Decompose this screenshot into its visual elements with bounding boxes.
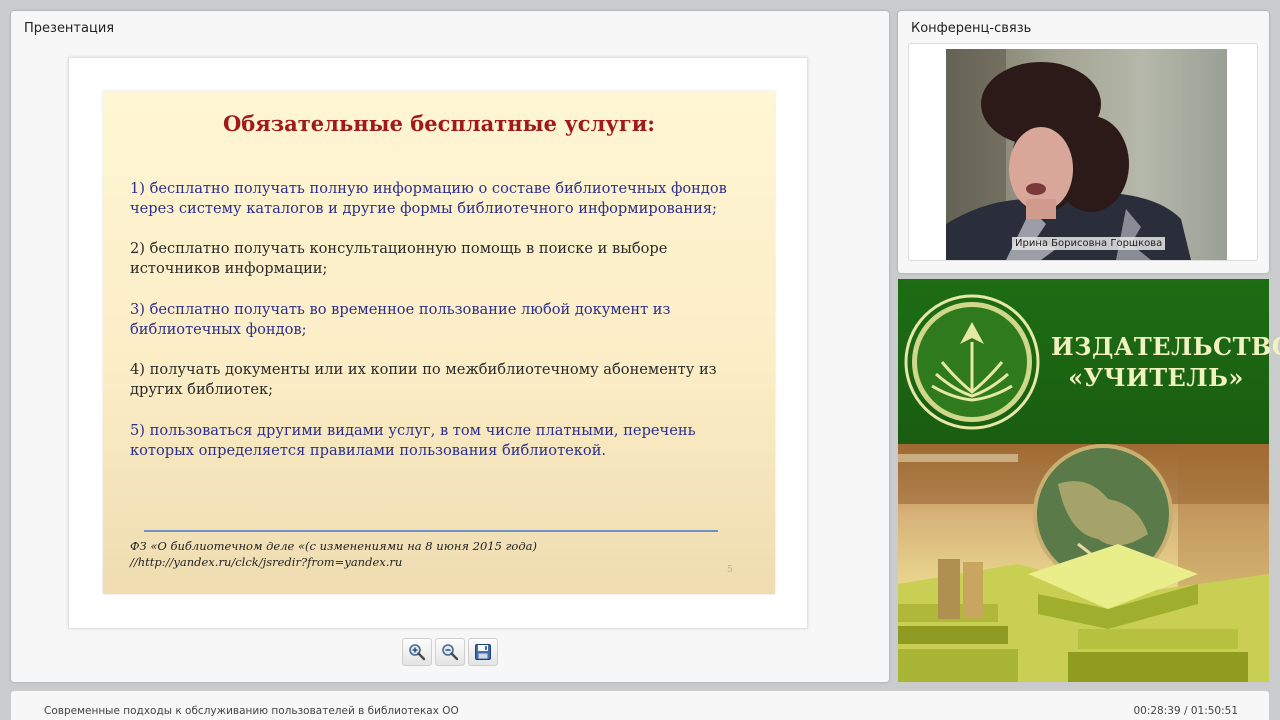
slide: Обязательные бесплатные услуги: 1) беспл… [103, 91, 775, 594]
presentation-panel: Презентация Обязательные бесплатные услу… [11, 11, 889, 682]
conference-panel: Конференц-связь Ирина Борисовна Горшкова [898, 11, 1269, 273]
slide-divider [144, 530, 718, 532]
save-button[interactable] [468, 638, 498, 666]
publisher-name-line1: ИЗДАТЕЛЬСТВО [1051, 332, 1280, 361]
speaker-silhouette [946, 49, 1191, 260]
books-globe-illustration [898, 444, 1269, 682]
books-globe-image [898, 444, 1269, 682]
footer-bar: Современные подходы к обслуживанию польз… [11, 691, 1269, 720]
presentation-panel-title: Презентация [24, 21, 115, 36]
slide-item-5: 5) пользоваться другими видами услуг, в … [130, 422, 696, 459]
zoom-in-icon [409, 644, 426, 661]
conference-panel-title: Конференц-связь [911, 21, 1032, 36]
slide-viewer[interactable]: Обязательные бесплатные услуги: 1) беспл… [68, 57, 808, 629]
slide-item-3: 3) бесплатно получать во временное польз… [130, 301, 671, 338]
publisher-name-line2: «УЧИТЕЛЬ» [1068, 363, 1244, 392]
slide-title: Обязательные бесплатные услуги: [222, 111, 656, 136]
participant-name: Ирина Борисовна Горшкова [1012, 237, 1166, 250]
publisher-banner: ИЗДАТЕЛЬСТВО «УЧИТЕЛЬ» [898, 279, 1280, 444]
video-frame: Ирина Борисовна Горшкова [908, 43, 1258, 261]
save-icon [475, 644, 491, 660]
slide-reference-law: ФЗ «О библиотечном деле «(с изменениями … [130, 539, 537, 553]
webinar-title: Современные подходы к обслуживанию польз… [44, 705, 459, 717]
slide-item-4: 4) получать документы или их копии по ме… [130, 361, 717, 398]
slide-item-2: 2) бесплатно получать консультационную п… [130, 240, 668, 277]
zoom-in-button[interactable] [402, 638, 432, 666]
slide-item-1: 1) бесплатно получать полную информацию … [130, 180, 727, 217]
slide-reference-url: //http://yandex.ru/clck/jsredir?from=yan… [130, 555, 403, 569]
slide-page-number: 5 [727, 565, 733, 575]
zoom-out-icon [442, 644, 459, 661]
webcam-video[interactable]: Ирина Борисовна Горшкова [946, 49, 1227, 260]
zoom-out-button[interactable] [435, 638, 465, 666]
publisher-logo-emblem [904, 294, 1040, 430]
playback-time: 00:28:39 / 01:50:51 [1133, 705, 1238, 717]
